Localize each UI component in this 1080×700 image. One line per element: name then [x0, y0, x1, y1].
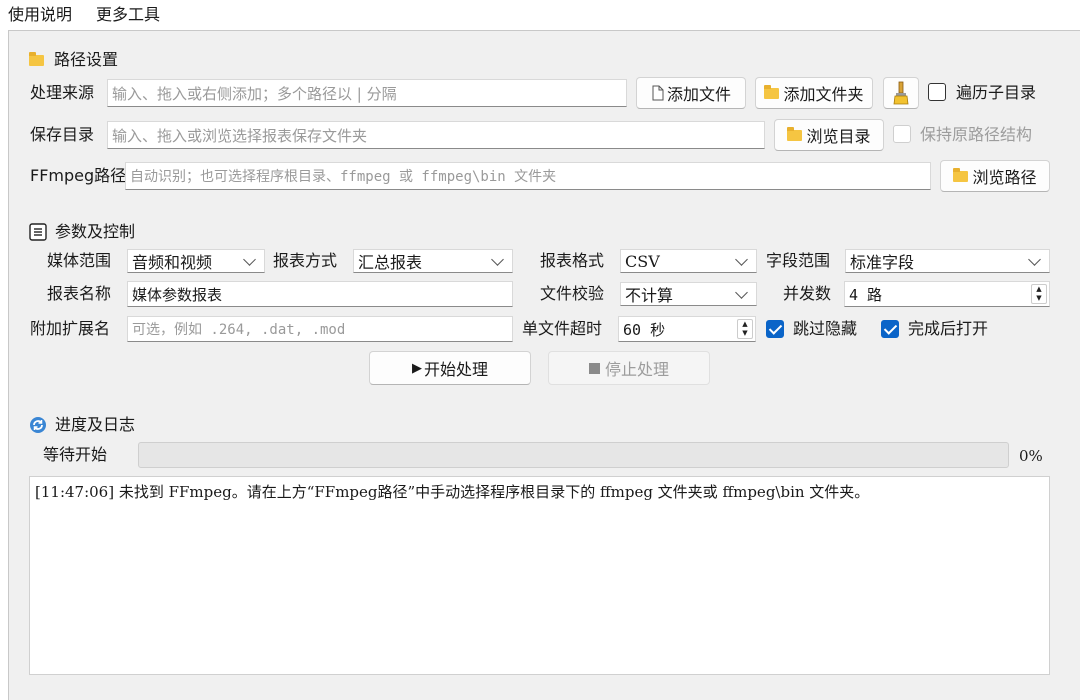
chevron-down-icon: [735, 285, 748, 299]
ffmpeg-path-input[interactable]: 自动识别；也可选择程序根目录、ffmpeg 或 ffmpeg\bin 文件夹: [125, 162, 931, 190]
status-text: 等待开始: [43, 445, 108, 464]
spin-down-icon[interactable]: ▼: [738, 329, 752, 338]
browse-dir-label: 浏览目录: [806, 127, 871, 146]
clear-brush-button[interactable]: [883, 77, 919, 109]
add-folder-label: 添加文件夹: [783, 85, 864, 104]
field-scope-select[interactable]: 标准字段: [845, 249, 1050, 273]
report-name-label: 报表名称: [47, 284, 112, 303]
progress-bar: [138, 442, 1009, 468]
folder-icon: [953, 167, 969, 182]
report-format-select[interactable]: CSV: [620, 249, 757, 273]
extra-ext-input[interactable]: 可选，例如 .264, .dat, .mod: [127, 316, 513, 342]
ffmpeg-path-placeholder: 自动识别；也可选择程序根目录、ffmpeg 或 ffmpeg\bin 文件夹: [130, 169, 557, 185]
recurse-label: 遍历子目录: [956, 83, 1037, 102]
concurrency-label: 并发数: [783, 284, 832, 303]
spin-buttons[interactable]: ▲ ▼: [1031, 284, 1047, 304]
timeout-label: 单文件超时: [522, 319, 603, 338]
source-placeholder: 输入、拖入或右侧添加；多个路径以 | 分隔: [112, 84, 397, 103]
progress-percent: 0%: [1019, 447, 1043, 465]
stop-button[interactable]: 停止处理: [548, 351, 710, 385]
report-format-value: CSV: [625, 251, 660, 271]
file-icon: [652, 85, 664, 101]
menu-bar: 使用说明 更多工具: [0, 0, 1080, 30]
report-mode-value: 汇总报表: [358, 253, 423, 272]
chevron-down-icon: [735, 252, 748, 266]
checksum-select[interactable]: 不计算: [620, 282, 757, 306]
media-scope-label: 媒体范围: [47, 251, 112, 270]
skip-hidden-label: 跳过隐藏: [793, 319, 858, 338]
ffmpeg-path-label: FFmpeg路径: [30, 166, 127, 185]
browse-path-label: 浏览路径: [972, 168, 1037, 187]
list-icon: [29, 223, 47, 241]
field-scope-label: 字段范围: [766, 251, 831, 270]
folder-icon: [29, 51, 44, 66]
chevron-down-icon: [491, 252, 504, 266]
open-after-checkbox[interactable]: [881, 320, 899, 338]
refresh-icon: [30, 417, 46, 433]
log-area[interactable]: [11:47:06] 未找到 FFmpeg。请在上方“FFmpeg路径”中手动选…: [29, 476, 1050, 675]
concurrency-spinbox[interactable]: 4 路 ▲ ▼: [844, 281, 1050, 307]
stop-icon: [588, 362, 600, 374]
spin-up-icon[interactable]: ▲: [1032, 285, 1046, 294]
checksum-label: 文件校验: [540, 284, 605, 303]
chevron-down-icon: [243, 252, 256, 266]
report-name-input[interactable]: 媒体参数报表: [127, 281, 513, 307]
browse-path-button[interactable]: 浏览路径: [940, 160, 1050, 192]
report-mode-select[interactable]: 汇总报表: [353, 249, 513, 273]
media-scope-value: 音频和视频: [132, 253, 213, 272]
source-label: 处理来源: [30, 83, 95, 102]
add-folder-button[interactable]: 添加文件夹: [755, 77, 873, 109]
checksum-value: 不计算: [625, 286, 674, 305]
open-after-label: 完成后打开: [908, 319, 989, 338]
folder-icon: [787, 126, 803, 141]
report-name-value: 媒体参数报表: [132, 285, 223, 304]
media-scope-select[interactable]: 音频和视频: [127, 249, 265, 273]
start-button[interactable]: ▶ 开始处理: [369, 351, 531, 385]
save-dir-placeholder: 输入、拖入或浏览选择报表保存文件夹: [112, 126, 368, 145]
log-line: [11:47:06] 未找到 FFmpeg。请在上方“FFmpeg路径”中手动选…: [35, 483, 870, 501]
brush-icon: [893, 81, 909, 105]
keep-structure-checkbox[interactable]: [893, 125, 911, 143]
progress-section-label: 进度及日志: [55, 415, 136, 434]
recurse-checkbox[interactable]: [928, 83, 946, 101]
timeout-value: 60 秒: [623, 320, 666, 339]
stop-button-label: 停止处理: [604, 360, 669, 379]
save-dir-input[interactable]: 输入、拖入或浏览选择报表保存文件夹: [107, 121, 765, 149]
params-section-label: 参数及控制: [55, 222, 136, 241]
concurrency-value: 4 路: [849, 285, 883, 304]
spin-up-icon[interactable]: ▲: [738, 320, 752, 329]
report-mode-label: 报表方式: [273, 251, 338, 270]
progress-section-title: 进度及日志: [29, 414, 135, 436]
source-input[interactable]: 输入、拖入或右侧添加；多个路径以 | 分隔: [107, 79, 627, 107]
params-section-title: 参数及控制: [29, 221, 135, 243]
spin-buttons[interactable]: ▲ ▼: [737, 319, 753, 339]
menu-usage[interactable]: 使用说明: [8, 4, 72, 26]
browse-dir-button[interactable]: 浏览目录: [774, 119, 884, 151]
chevron-down-icon: [1028, 252, 1041, 266]
keep-structure-label: 保持原路径结构: [920, 125, 1033, 144]
spin-down-icon[interactable]: ▼: [1032, 294, 1046, 303]
start-button-label: 开始处理: [423, 360, 488, 379]
add-file-label: 添加文件: [666, 85, 731, 104]
menu-more-tools[interactable]: 更多工具: [96, 4, 160, 26]
field-scope-value: 标准字段: [850, 253, 915, 272]
extra-ext-placeholder: 可选，例如 .264, .dat, .mod: [132, 322, 346, 338]
save-dir-label: 保存目录: [30, 125, 95, 144]
play-icon: ▶: [411, 360, 422, 376]
timeout-spinbox[interactable]: 60 秒 ▲ ▼: [618, 316, 756, 342]
report-format-label: 报表格式: [540, 251, 605, 270]
path-section-title: 路径设置: [29, 49, 118, 71]
path-section-label: 路径设置: [54, 50, 119, 69]
skip-hidden-checkbox[interactable]: [766, 320, 784, 338]
extra-ext-label: 附加扩展名: [30, 319, 111, 338]
folder-icon: [764, 84, 780, 99]
add-file-button[interactable]: 添加文件: [636, 77, 746, 109]
